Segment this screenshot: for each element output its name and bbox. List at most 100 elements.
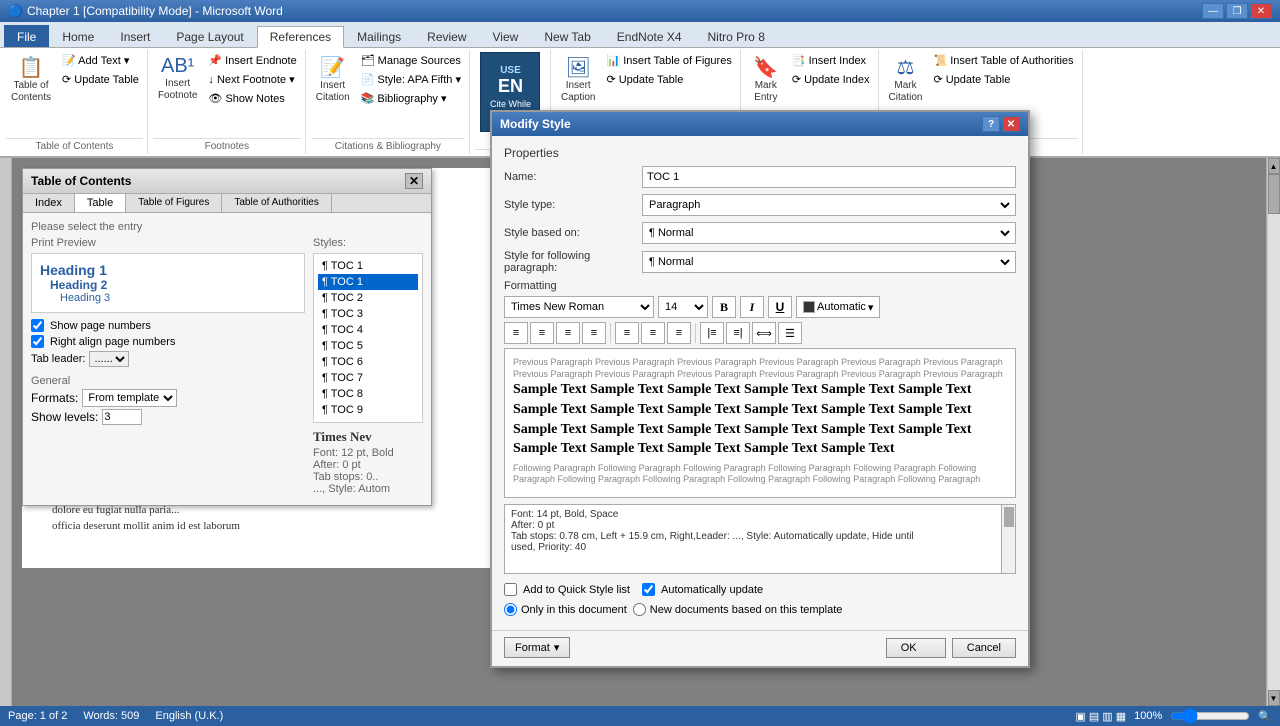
maximize-button[interactable]: ❐ [1226,3,1248,19]
align-justify-button[interactable]: ≡ [582,322,606,344]
toc-style-toc9[interactable]: ¶ TOC 9 [318,402,418,418]
name-input[interactable] [642,166,1016,188]
toc-style-toc3[interactable]: ¶ TOC 3 [318,306,418,322]
style-info-scrollbar[interactable] [1001,505,1015,573]
style-type-select[interactable]: Paragraph [642,194,1016,216]
style-info-scroll-thumb[interactable] [1004,507,1014,527]
toc-tab-index[interactable]: Index [23,194,75,212]
list-button[interactable]: ☰ [778,322,802,344]
dialog-close-button[interactable]: ✕ [1002,116,1020,132]
toc-style-toc5[interactable]: ¶ TOC 5 [318,338,418,354]
align-center-button[interactable]: ≡ [530,322,554,344]
toc-style-toc4[interactable]: ¶ TOC 4 [318,322,418,338]
style-type-dropdown[interactable]: Paragraph [645,198,1013,212]
increase-indent-button[interactable]: ≡| [726,322,750,344]
tab-view[interactable]: View [480,25,532,47]
insert-citation-button[interactable]: 📝 InsertCitation [311,52,355,107]
toc-panel-close-button[interactable]: ✕ [405,173,423,189]
insert-caption-button[interactable]: 🖼 InsertCaption [556,52,600,107]
insert-index-button[interactable]: 📑 Insert Index [788,52,874,69]
update-table-button[interactable]: ⟳ Update Table [58,71,143,88]
tab-home[interactable]: Home [49,25,107,47]
font-size-select[interactable]: 14 [658,296,708,318]
italic-button[interactable]: I [740,296,764,318]
toc-tab-table[interactable]: Table [75,194,126,212]
tab-file[interactable]: File [4,25,49,47]
toc-style-toc1-selected[interactable]: ¶ TOC 1 [318,274,418,290]
right-align-checkbox[interactable] [31,335,44,348]
only-this-doc-radio[interactable] [504,603,517,616]
style-selector[interactable]: 📄 Style: APA Fifth ▾ [357,71,465,88]
toc-style-toc6[interactable]: ¶ TOC 6 [318,354,418,370]
bold-button[interactable]: B [712,296,736,318]
indent-adjust-button[interactable]: ⟺ [752,322,776,344]
format-dropdown-button[interactable]: Format ▾ [504,637,570,658]
style-based-on-select[interactable]: ¶ Normal [642,222,1016,244]
cancel-button[interactable]: Cancel [952,638,1016,658]
close-window-button[interactable]: ✕ [1250,3,1272,19]
mark-entry-button[interactable]: 🔖 MarkEntry [746,52,786,107]
style-following-dropdown[interactable]: ¶ Normal [645,255,1013,269]
toc-panel-tabs: Index Table Table of Figures Table of Au… [23,194,431,213]
manage-sources-button[interactable]: 🗂 Manage Sources [357,52,465,69]
footnote-icon: AB¹ [161,55,194,78]
mark-citation-button[interactable]: ⚖ MarkCitation [884,52,928,107]
bibliography-button[interactable]: 📚 Bibliography ▾ [357,90,465,107]
align-right-button[interactable]: ≡ [556,322,580,344]
update-table-auth-button[interactable]: ⟳ Update Table [929,71,1077,88]
update-index-button[interactable]: ⟳ Update Index [788,71,874,88]
tab-nitro[interactable]: Nitro Pro 8 [695,25,778,47]
only-this-doc-label: Only in this document [521,604,627,616]
zoom-in-icon[interactable]: 🔍 [1258,710,1272,723]
style-following-select[interactable]: ¶ Normal [642,251,1016,273]
show-levels-input[interactable] [102,409,142,425]
style-based-on-dropdown[interactable]: ¶ Normal [645,226,1013,240]
add-text-button[interactable]: 📝 Add Text ▾ [58,52,143,69]
line-spacing-3-button[interactable]: ≡ [667,322,691,344]
tab-new-tab[interactable]: New Tab [531,25,603,47]
toc-style-toc2[interactable]: ¶ TOC 2 [318,290,418,306]
new-docs-radio[interactable] [633,603,646,616]
toc-style-toc7[interactable]: ¶ TOC 7 [318,370,418,386]
zoom-slider[interactable] [1170,708,1250,724]
general-label: General [31,375,305,387]
tab-leader-select[interactable]: ...... [89,351,129,367]
font-name-select[interactable]: Times New Roman [504,296,654,318]
insert-table-authorities-button[interactable]: 📜 Insert Table of Authorities [929,52,1077,69]
insert-table-figures-button[interactable]: 📊 Insert Table of Figures [602,52,735,69]
toc-style-toc1-unselected[interactable]: ¶ TOC 1 [318,258,418,274]
toc-tab-figures[interactable]: Table of Figures [126,194,222,212]
toc-tab-authorities[interactable]: Table of Authorities [222,194,332,212]
show-page-numbers-checkbox[interactable] [31,319,44,332]
formats-select[interactable]: From template [82,389,177,407]
dialog-help-button[interactable]: ? [982,116,1000,132]
insert-endnote-button[interactable]: 📌 Insert Endnote [204,52,300,69]
vertical-scrollbar[interactable]: ▲ ▼ [1266,158,1280,706]
tab-review[interactable]: Review [414,25,479,47]
ok-button[interactable]: OK [886,638,946,658]
insert-footnote-button[interactable]: AB¹ InsertFootnote [153,52,202,105]
align-left-button[interactable]: ≡ [504,322,528,344]
tab-insert[interactable]: Insert [107,25,163,47]
scroll-up-button[interactable]: ▲ [1268,158,1280,174]
tab-endnote[interactable]: EndNote X4 [604,25,695,47]
line-spacing-1-button[interactable]: ≡ [615,322,639,344]
tab-page-layout[interactable]: Page Layout [163,25,256,47]
next-footnote-button[interactable]: ↓ Next Footnote ▾ [204,71,300,88]
scroll-thumb[interactable] [1268,174,1280,214]
color-picker-button[interactable]: Automatic ▾ [796,296,880,318]
decrease-indent-button[interactable]: |≡ [700,322,724,344]
minimize-button[interactable]: — [1202,3,1224,19]
update-table-captions-button[interactable]: ⟳ Update Table [602,71,735,88]
line-spacing-2-button[interactable]: ≡ [641,322,665,344]
scroll-down-button[interactable]: ▼ [1268,690,1280,706]
underline-button[interactable]: U [768,296,792,318]
tab-references[interactable]: References [257,26,344,48]
tab-mailings[interactable]: Mailings [344,25,414,47]
show-notes-button[interactable]: 👁 Show Notes [204,90,300,107]
auto-update-checkbox[interactable] [642,583,655,596]
preview-heading3: Heading 3 [60,292,296,304]
add-quick-style-checkbox[interactable] [504,583,517,596]
toc-style-toc8[interactable]: ¶ TOC 8 [318,386,418,402]
table-of-contents-button[interactable]: 📋 Table ofContents [6,52,56,107]
